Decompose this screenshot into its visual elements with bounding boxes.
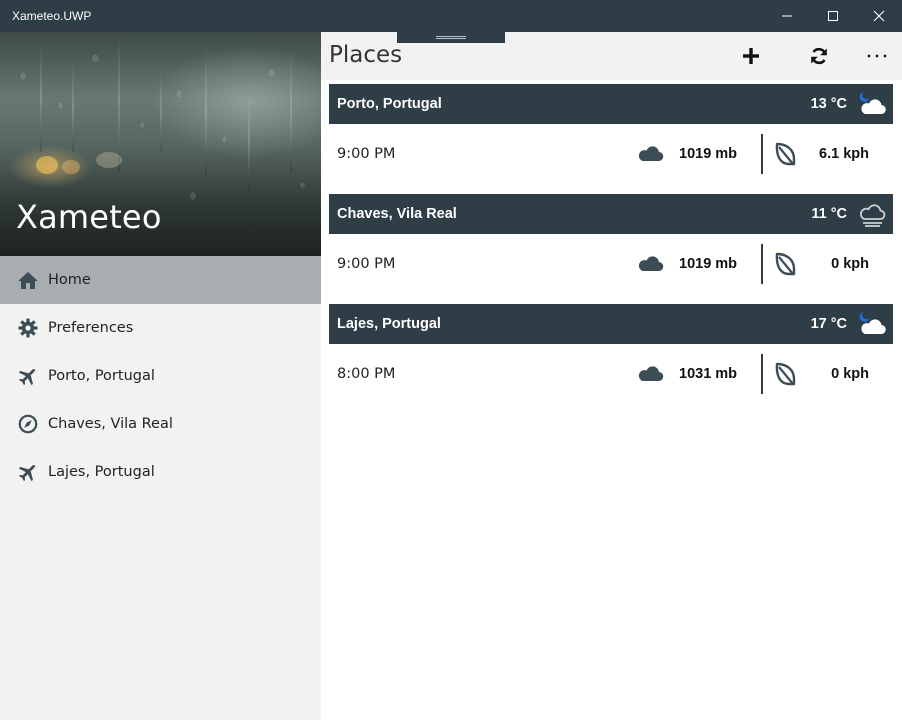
cloud-icon — [638, 146, 664, 162]
airplane-icon — [17, 461, 39, 483]
wind-value: 0 kph — [831, 256, 869, 272]
nav-item-label: Chaves, Vila Real — [48, 416, 173, 432]
nav-item-preferences[interactable]: Preferences — [0, 304, 321, 352]
refresh-button[interactable] — [799, 40, 839, 72]
more-icon — [867, 54, 887, 58]
observation-time: 8:00 PM — [337, 366, 396, 382]
divider — [761, 244, 763, 284]
window-title: Xameteo.UWP — [12, 9, 92, 23]
wind-value: 0 kph — [831, 366, 869, 382]
command-bar: Places — [321, 32, 902, 80]
place-name: Chaves, Vila Real — [337, 206, 457, 222]
fog-cloud-icon — [860, 204, 886, 227]
nav-item-label: Porto, Portugal — [48, 368, 155, 384]
close-button[interactable] — [856, 0, 902, 32]
cloud-icon — [638, 366, 664, 382]
observation-time: 9:00 PM — [337, 146, 396, 162]
place-card[interactable]: Chaves, Vila Real 11 °C 9:00 PM 1019 mb … — [329, 194, 893, 304]
place-details: 9:00 PM 1019 mb 0 kph — [329, 234, 893, 294]
place-header[interactable]: Porto, Portugal 13 °C — [329, 84, 893, 124]
place-name: Lajes, Portugal — [337, 316, 441, 332]
nav-item-lajes[interactable]: Lajes, Portugal — [0, 448, 321, 496]
night-cloudy-icon — [859, 92, 886, 115]
place-details: 9:00 PM 1019 mb 6.1 kph — [329, 124, 893, 184]
nav-item-label: Lajes, Portugal — [48, 464, 155, 480]
compass-icon — [17, 413, 39, 435]
minimize-icon — [782, 15, 792, 17]
nav-item-chaves[interactable]: Chaves, Vila Real — [0, 400, 321, 448]
add-place-button[interactable] — [731, 40, 771, 72]
wind-value: 6.1 kph — [819, 146, 869, 162]
app-name: Xameteo — [16, 198, 162, 236]
grip-icon — [436, 36, 466, 39]
night-cloudy-icon — [859, 312, 886, 335]
gear-icon — [17, 317, 39, 339]
pane-drag-handle[interactable] — [397, 32, 505, 43]
temperature: 11 °C — [811, 206, 847, 222]
pressure-value: 1019 mb — [679, 256, 738, 272]
nav-item-label: Home — [48, 272, 91, 288]
nav-item-home[interactable]: Home — [0, 256, 321, 304]
pressure-value: 1031 mb — [679, 366, 738, 382]
nav-menu: Home Preferences Porto, Portugal Chaves,… — [0, 256, 321, 496]
page-title: Places — [329, 42, 403, 68]
leaf-icon — [775, 362, 796, 386]
place-name: Porto, Portugal — [337, 96, 442, 112]
divider — [761, 354, 763, 394]
maximize-icon — [828, 11, 838, 21]
navigation-pane: Xameteo Home Preferences Porto, Portugal… — [0, 32, 321, 720]
plus-icon — [743, 48, 759, 64]
leaf-icon — [775, 142, 796, 166]
main-content: Places Porto, Portugal 13 °C 9:00 PM 101… — [321, 32, 902, 720]
place-card[interactable]: Lajes, Portugal 17 °C 8:00 PM 1031 mb 0 … — [329, 304, 893, 414]
app-window: Xameteo.UWP Xameteo Home Preferences Por… — [0, 0, 902, 720]
refresh-icon — [811, 47, 827, 65]
nav-item-porto[interactable]: Porto, Portugal — [0, 352, 321, 400]
place-header[interactable]: Lajes, Portugal 17 °C — [329, 304, 893, 344]
nav-item-label: Preferences — [48, 320, 134, 336]
observation-time: 9:00 PM — [337, 256, 396, 272]
place-details: 8:00 PM 1031 mb 0 kph — [329, 344, 893, 404]
place-card[interactable]: Porto, Portugal 13 °C 9:00 PM 1019 mb 6.… — [329, 84, 893, 194]
more-options-button[interactable] — [857, 40, 897, 72]
place-header[interactable]: Chaves, Vila Real 11 °C — [329, 194, 893, 234]
divider — [761, 134, 763, 174]
hero-image: Xameteo — [0, 32, 321, 256]
leaf-icon — [775, 252, 796, 276]
temperature: 13 °C — [810, 96, 847, 112]
minimize-button[interactable] — [764, 0, 810, 32]
maximize-button[interactable] — [810, 0, 856, 32]
close-icon — [873, 10, 885, 22]
airplane-icon — [17, 365, 39, 387]
pressure-value: 1019 mb — [679, 146, 738, 162]
temperature: 17 °C — [810, 316, 847, 332]
cloud-icon — [638, 256, 664, 272]
places-list: Porto, Portugal 13 °C 9:00 PM 1019 mb 6.… — [329, 84, 893, 414]
title-bar[interactable]: Xameteo.UWP — [0, 0, 902, 32]
home-icon — [17, 269, 39, 291]
